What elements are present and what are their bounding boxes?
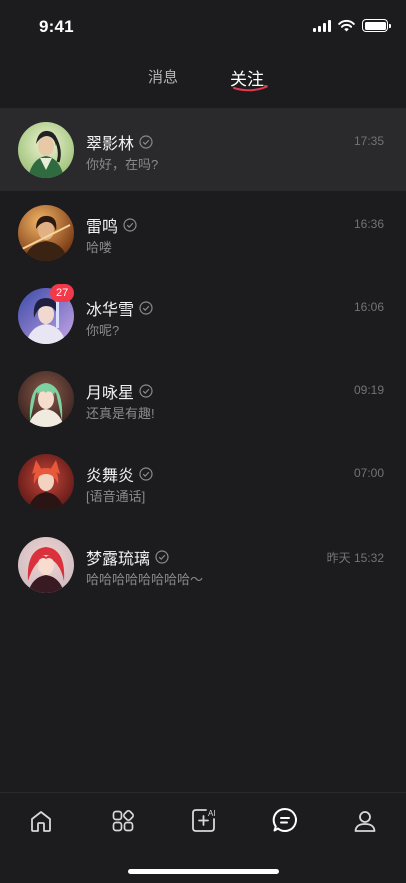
verified-check-icon: [139, 384, 153, 398]
verified-check-icon: [123, 218, 137, 232]
chat-name: 翠影林: [86, 130, 153, 154]
chat-time: 07:00: [353, 466, 384, 480]
home-indicator: [128, 869, 279, 874]
avatar-red-haired-girl: [18, 537, 74, 593]
chat-name-text: 雷鸣: [86, 219, 119, 236]
chat-preview: [语音通话]: [86, 489, 146, 504]
chat-item[interactable]: 月咏星 09:19 还真是有趣!: [0, 357, 406, 440]
avatar-warrior-orange: [18, 205, 74, 261]
chat-preview: 你好，在吗?: [86, 157, 159, 172]
unread-badge: 27: [50, 284, 75, 302]
avatar-green-robed-man: [18, 122, 74, 178]
chat-time: 昨天 15:32: [326, 551, 384, 565]
active-tab-underline: [233, 85, 268, 92]
ai-create-icon[interactable]: AI: [190, 806, 218, 834]
chat-name: 冰华雪: [86, 296, 153, 320]
profile-icon[interactable]: [352, 808, 378, 834]
chat-name: 炎舞炎: [86, 462, 153, 486]
wifi-icon: [338, 19, 355, 32]
chat-item[interactable]: 梦露琉璃 昨天 15:32 哈哈哈哈哈哈哈哈～: [0, 523, 406, 606]
tab-messages[interactable]: 消息: [148, 66, 178, 87]
chat-name: 梦露琉璃: [86, 545, 169, 569]
avatar-green-haired-girl: [18, 371, 74, 427]
cellular-signal-icon: [313, 19, 331, 32]
chat-time: 09:19: [353, 383, 384, 397]
home-icon[interactable]: [28, 808, 54, 834]
verified-check-icon: [139, 135, 153, 149]
chat-preview: 哈喽: [86, 240, 113, 255]
chat-item[interactable]: 翠影林 17:35 你好，在吗?: [0, 108, 406, 191]
chat-item[interactable]: 雷鸣 16:36 哈喽: [0, 191, 406, 274]
chat-preview: 哈哈哈哈哈哈哈哈～: [86, 572, 204, 587]
chat-name-text: 月咏星: [86, 385, 135, 402]
chat-name-text: 冰华雪: [86, 302, 135, 319]
verified-check-icon: [139, 467, 153, 481]
chat-preview: 还真是有趣!: [86, 406, 155, 421]
chat-item[interactable]: 27 冰华雪 16:06 你呢?: [0, 274, 406, 357]
status-time: 9:41: [39, 17, 74, 36]
chat-name-text: 炎舞炎: [86, 468, 135, 485]
verified-check-icon: [155, 550, 169, 564]
verified-check-icon: [139, 301, 153, 315]
chat-icon[interactable]: [271, 806, 299, 834]
status-icons: [313, 19, 391, 32]
chat-time: 16:36: [353, 217, 384, 231]
avatar-red-fox-girl: [18, 454, 74, 510]
chat-preview: 你呢?: [86, 323, 120, 338]
battery-icon: [362, 19, 391, 32]
status-bar: 9:41: [0, 0, 406, 52]
chat-name-text: 翠影林: [86, 136, 135, 153]
apps-grid-icon[interactable]: [110, 808, 136, 834]
ai-label: AI: [208, 809, 216, 818]
chat-name: 雷鸣: [86, 213, 137, 237]
chat-list: 翠影林 17:35 你好，在吗? 雷鸣 16:36 哈喽 27 冰华雪 16:0…: [0, 108, 406, 606]
chat-item[interactable]: 炎舞炎 07:00 [语音通话]: [0, 440, 406, 523]
chat-name: 月咏星: [86, 379, 153, 403]
chat-time: 17:35: [353, 134, 384, 148]
chat-time: 16:06: [353, 300, 384, 314]
chat-name-text: 梦露琉璃: [86, 551, 151, 568]
top-tabs: 消息 关注: [0, 60, 406, 96]
